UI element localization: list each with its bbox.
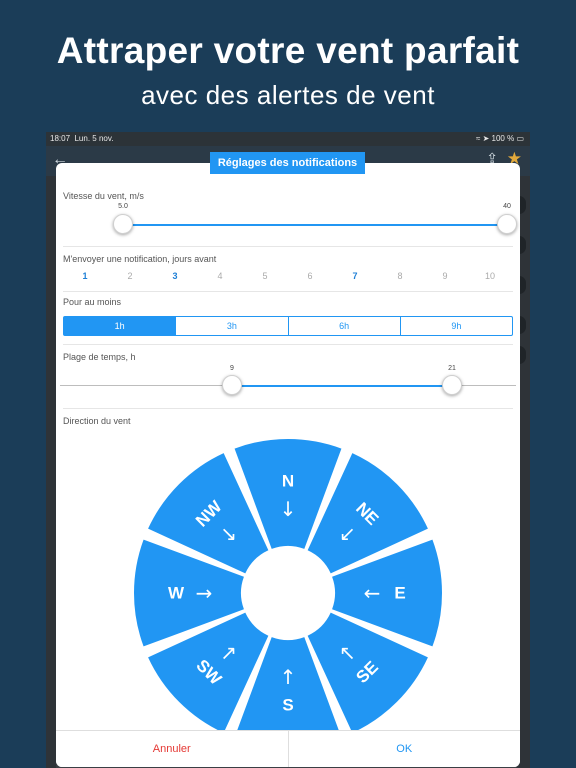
day-option-7[interactable]: 7: [343, 271, 367, 281]
location-arrow-icon: ➤: [482, 134, 490, 143]
direction-label-s: S: [282, 696, 293, 715]
time-range-label: Plage de temps, h: [63, 352, 136, 362]
arrow-icon: ↙: [339, 522, 356, 546]
divider: [63, 344, 513, 345]
status-date-value: Lun. 5 nov.: [74, 134, 114, 143]
divider: [63, 408, 513, 409]
compass-center: [244, 549, 332, 637]
duration-option-6h[interactable]: 6h: [289, 317, 401, 335]
arrow-icon: ←: [364, 581, 381, 605]
notification-settings-modal: Vitesse du vent, m/s 5.0 40 M'envoyer un…: [56, 163, 520, 767]
time-range-start-thumb[interactable]: [222, 375, 242, 395]
arrow-icon: ↖: [339, 640, 356, 664]
day-option-1[interactable]: 1: [73, 271, 97, 281]
wind-speed-slider-fill: [123, 224, 507, 226]
divider: [63, 291, 513, 292]
days-before-selector: 1 2 3 4 5 6 7 8 9 10: [63, 271, 513, 285]
day-option-3[interactable]: 3: [163, 271, 187, 281]
day-option-9[interactable]: 9: [433, 271, 457, 281]
day-option-2[interactable]: 2: [118, 271, 142, 281]
modal-footer: Annuler OK: [56, 730, 520, 767]
day-option-5[interactable]: 5: [253, 271, 277, 281]
arrow-icon: ↓: [280, 497, 297, 521]
time-range-slider-fill: [232, 385, 452, 387]
direction-label-n: N: [282, 472, 294, 491]
day-option-8[interactable]: 8: [388, 271, 412, 281]
arrow-icon: →: [196, 581, 213, 605]
duration-option-3h[interactable]: 3h: [176, 317, 289, 335]
status-time-value: 18:07: [50, 134, 71, 143]
arrow-icon: ↑: [280, 665, 297, 689]
battery-level: 100 %: [491, 134, 515, 143]
direction-label-w: W: [168, 584, 185, 603]
direction-label-e: E: [394, 584, 405, 603]
background-content-left: [46, 176, 56, 768]
wifi-icon: ≈: [475, 134, 481, 143]
wind-speed-max-thumb[interactable]: [497, 214, 517, 234]
day-option-6[interactable]: 6: [298, 271, 322, 281]
divider: [63, 246, 513, 247]
wind-speed-max-value: 40: [503, 203, 511, 210]
modal-title: Réglages des notifications: [210, 152, 365, 174]
wind-direction-label: Direction du vent: [63, 416, 131, 426]
promo-title: Attraper votre vent parfait: [56, 30, 520, 71]
arrow-icon: ↘: [220, 522, 237, 546]
day-option-10[interactable]: 10: [478, 271, 502, 281]
wind-direction-compass: N↓ NE↙E←SE↖S↑SW↗W →NW↘: [133, 439, 443, 747]
time-range-end-value: 21: [448, 365, 456, 372]
time-range-start-value: 9: [230, 365, 234, 372]
wind-speed-min-thumb[interactable]: [113, 214, 133, 234]
duration-segmented-control: 1h 3h 6h 9h: [63, 316, 513, 336]
arrow-icon: ↗: [220, 640, 237, 664]
time-range-end-thumb[interactable]: [442, 375, 462, 395]
ok-button[interactable]: OK: [289, 731, 521, 767]
battery-icon: ▭: [516, 134, 524, 143]
cancel-button[interactable]: Annuler: [56, 731, 289, 767]
days-before-label: M'envoyer une notification, jours avant: [63, 254, 217, 264]
duration-option-9h[interactable]: 9h: [401, 317, 512, 335]
status-right: ≈ ➤ 100 % ▭: [476, 134, 524, 143]
wind-speed-label: Vitesse du vent, m/s: [63, 191, 144, 201]
duration-option-1h[interactable]: 1h: [64, 317, 177, 335]
wind-speed-min-value: 5.0: [118, 203, 128, 210]
promo-subtitle: avec des alertes de vent: [141, 80, 435, 110]
status-time: 18:07 Lun. 5 nov.: [50, 134, 113, 143]
duration-label: Pour au moins: [63, 297, 122, 307]
status-bar: 18:07 Lun. 5 nov. ≈ ➤ 100 % ▭: [46, 132, 530, 146]
day-option-4[interactable]: 4: [208, 271, 232, 281]
